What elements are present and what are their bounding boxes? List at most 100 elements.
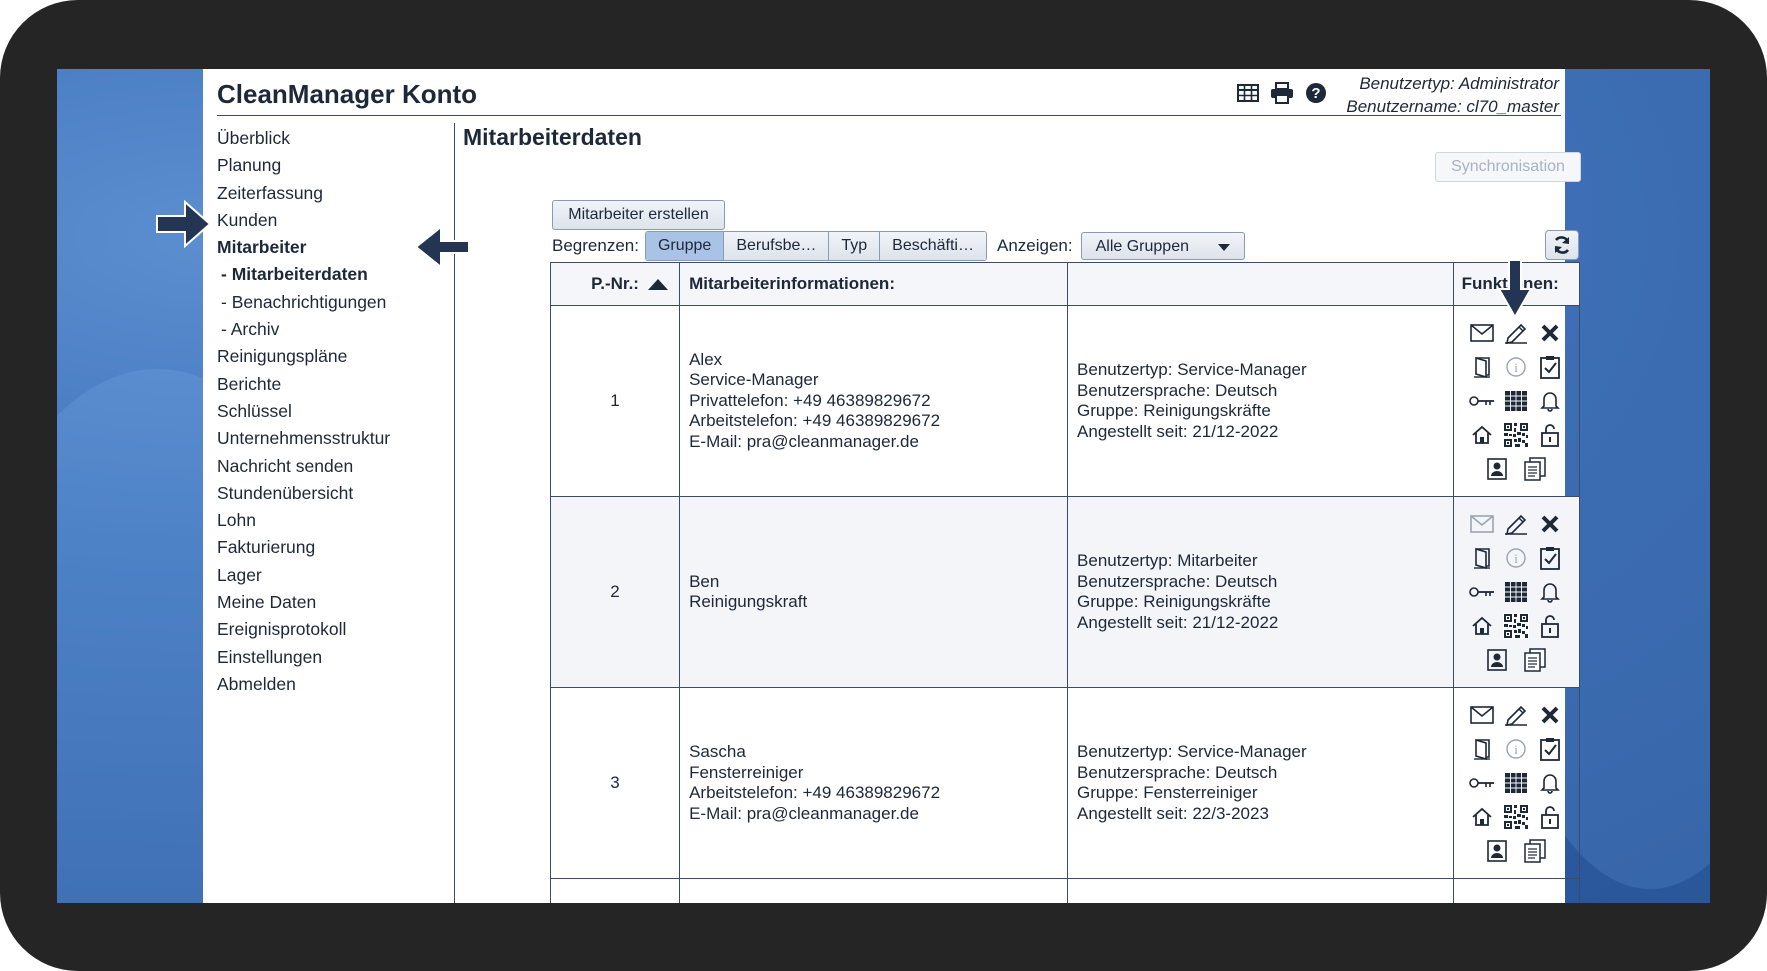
sidebar-item[interactable]: Stundenübersicht bbox=[217, 480, 443, 507]
sidebar-item[interactable]: - Archiv bbox=[217, 316, 443, 343]
qr-code-icon[interactable] bbox=[1502, 421, 1530, 449]
sidebar-item[interactable]: Unternehmensstruktur bbox=[217, 425, 443, 452]
sidebar-item[interactable]: Einstellungen bbox=[217, 644, 443, 671]
pnr-header-label: P.-Nr.: bbox=[591, 274, 639, 293]
sync-button[interactable]: Synchronisation bbox=[1435, 152, 1581, 182]
cell-empty bbox=[549, 878, 681, 903]
sidebar-item[interactable]: Lohn bbox=[217, 507, 443, 534]
table-row[interactable] bbox=[549, 878, 1581, 903]
home-icon[interactable] bbox=[1468, 612, 1496, 640]
create-employee-button[interactable]: Mitarbeiter erstellen bbox=[552, 200, 725, 230]
arrow-down-icon bbox=[1497, 259, 1533, 319]
sidebar-item[interactable]: Überblick bbox=[217, 125, 443, 152]
sidebar-item[interactable]: Zeiterfassung bbox=[217, 180, 443, 207]
delete-x-icon[interactable] bbox=[1536, 701, 1564, 729]
limit-tab[interactable]: Berufsbe… bbox=[723, 232, 829, 260]
key-icon[interactable] bbox=[1468, 578, 1496, 606]
sidebar-item[interactable]: Meine Daten bbox=[217, 589, 443, 616]
limit-tab[interactable]: Gruppe bbox=[645, 232, 724, 260]
qr-code-icon[interactable] bbox=[1502, 803, 1530, 831]
sidebar-item[interactable]: - Mitarbeiterdaten bbox=[217, 261, 443, 288]
mail-icon[interactable] bbox=[1468, 510, 1496, 538]
mail-icon[interactable] bbox=[1468, 319, 1496, 347]
checklist-icon[interactable] bbox=[1536, 544, 1564, 572]
delete-x-icon[interactable] bbox=[1536, 510, 1564, 538]
calendar-grid-icon[interactable] bbox=[1502, 578, 1530, 606]
cell-info: Alex Service-Manager Privattelefon: +49 46… bbox=[679, 305, 1069, 497]
sidebar-item[interactable]: Ereignisprotokoll bbox=[217, 616, 443, 643]
qr-code-icon[interactable] bbox=[1502, 612, 1530, 640]
bell-icon[interactable] bbox=[1536, 769, 1564, 797]
refresh-icon bbox=[1554, 236, 1570, 254]
unlock-icon[interactable] bbox=[1536, 803, 1564, 831]
table-row[interactable]: 2 Ben Reinigungskraft Benutzertyp: Mitarbei… bbox=[549, 496, 1581, 688]
calendar-grid-icon[interactable] bbox=[1502, 769, 1530, 797]
info-line: Ben bbox=[689, 571, 720, 591]
cell-functions: i bbox=[1452, 305, 1581, 497]
group-select-value: Alle Gruppen bbox=[1095, 238, 1189, 255]
sidebar-item[interactable]: Lager bbox=[217, 562, 443, 589]
info-line: E-Mail: pra@cleanmanager.de bbox=[689, 431, 919, 451]
contact-card-icon[interactable] bbox=[1483, 837, 1511, 865]
key-icon[interactable] bbox=[1468, 387, 1496, 415]
sidebar-item[interactable]: Fakturierung bbox=[217, 534, 443, 561]
limit-tab[interactable]: Beschäfti… bbox=[879, 232, 986, 260]
contact-card-icon[interactable] bbox=[1483, 646, 1511, 674]
detail-line: Angestellt seit: 22/3-2023 bbox=[1077, 803, 1269, 823]
limit-label: Begrenzen: bbox=[552, 236, 639, 255]
col-header-pnr[interactable]: P.-Nr.: bbox=[549, 262, 681, 306]
documents-icon[interactable] bbox=[1521, 455, 1549, 483]
delete-x-icon[interactable] bbox=[1536, 319, 1564, 347]
bell-icon[interactable] bbox=[1536, 578, 1564, 606]
col-header-info: Mitarbeiterinformationen: bbox=[679, 262, 1069, 306]
info-line: E-Mail: pra@cleanmanager.de bbox=[689, 803, 919, 823]
unlock-icon[interactable] bbox=[1536, 612, 1564, 640]
table-icon[interactable] bbox=[1235, 81, 1261, 105]
print-icon[interactable] bbox=[1269, 81, 1295, 105]
calendar-grid-icon[interactable] bbox=[1502, 387, 1530, 415]
unlock-icon[interactable] bbox=[1536, 421, 1564, 449]
sidebar-item[interactable]: - Benachrichtigungen bbox=[217, 289, 443, 316]
door-icon[interactable] bbox=[1468, 735, 1496, 763]
checklist-icon[interactable] bbox=[1536, 353, 1564, 381]
edit-pencil-icon[interactable] bbox=[1502, 510, 1530, 538]
sidebar-item[interactable]: Berichte bbox=[217, 371, 443, 398]
info-icon[interactable]: i bbox=[1502, 735, 1530, 763]
help-icon[interactable]: ? bbox=[1303, 81, 1329, 105]
home-icon[interactable] bbox=[1468, 803, 1496, 831]
sidebar-item[interactable]: Kunden bbox=[217, 207, 443, 234]
group-select[interactable]: Alle Gruppen bbox=[1080, 232, 1245, 260]
checklist-icon[interactable] bbox=[1536, 735, 1564, 763]
limit-tab[interactable]: Typ bbox=[828, 232, 880, 260]
table-row[interactable]: 1 Alex Service-Manager Privattelefon: +49 4… bbox=[549, 305, 1581, 497]
home-icon[interactable] bbox=[1468, 421, 1496, 449]
chevron-down-icon bbox=[1217, 244, 1230, 251]
documents-icon[interactable] bbox=[1521, 837, 1549, 865]
cell-empty bbox=[1452, 878, 1581, 903]
mail-icon[interactable] bbox=[1468, 701, 1496, 729]
info-icon[interactable]: i bbox=[1502, 353, 1530, 381]
cell-info: Ben Reinigungskraft bbox=[679, 496, 1069, 688]
edit-pencil-icon[interactable] bbox=[1502, 701, 1530, 729]
filter-row: Begrenzen: Gruppe Berufsbe… Typ Beschäfti… … bbox=[552, 231, 1245, 261]
contact-card-icon[interactable] bbox=[1483, 455, 1511, 483]
door-icon[interactable] bbox=[1468, 544, 1496, 572]
info-icon[interactable]: i bbox=[1502, 544, 1530, 572]
sidebar-item[interactable]: Abmelden bbox=[217, 671, 443, 698]
table-row[interactable]: 3 Sascha Fensterreiniger Arbeitstelefon: +4… bbox=[549, 687, 1581, 879]
sidebar-item[interactable]: Mitarbeiter bbox=[217, 234, 443, 261]
page-title: Mitarbeiterdaten bbox=[463, 124, 642, 150]
sidebar-item[interactable]: Reinigungspläne bbox=[217, 343, 443, 370]
edit-pencil-icon[interactable] bbox=[1502, 319, 1530, 347]
key-icon[interactable] bbox=[1468, 769, 1496, 797]
info-line: Service-Manager bbox=[689, 370, 819, 390]
bell-icon[interactable] bbox=[1536, 387, 1564, 415]
refresh-button[interactable] bbox=[1545, 230, 1579, 260]
cell-functions: i bbox=[1452, 687, 1581, 879]
sidebar-item[interactable]: Planung bbox=[217, 152, 443, 179]
sidebar-item[interactable]: Schlüssel bbox=[217, 398, 443, 425]
door-icon[interactable] bbox=[1468, 353, 1496, 381]
documents-icon[interactable] bbox=[1521, 646, 1549, 674]
cell-pnr: 3 bbox=[549, 687, 681, 879]
sidebar-item[interactable]: Nachricht senden bbox=[217, 453, 443, 480]
